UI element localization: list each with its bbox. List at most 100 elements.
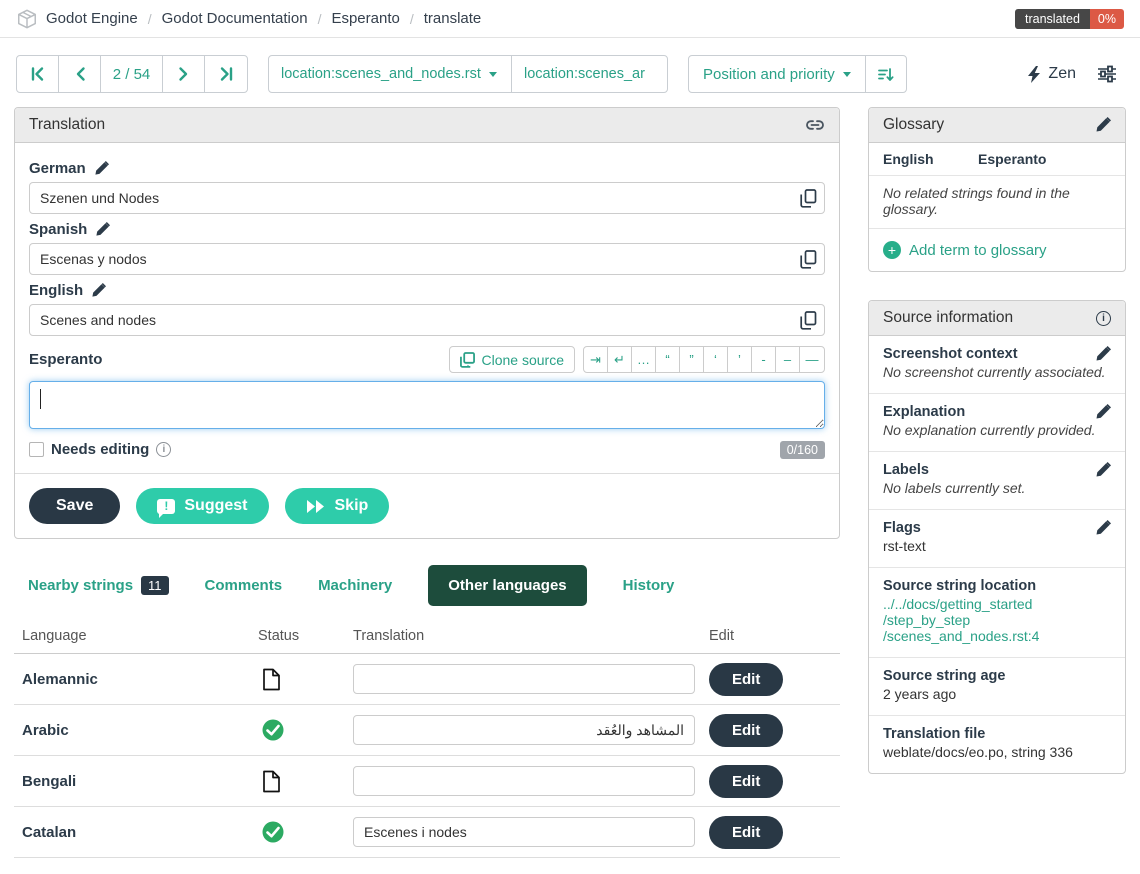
skip-button[interactable]: Skip <box>285 488 390 524</box>
edit-pencil-icon[interactable] <box>95 222 110 237</box>
settings-sliders-icon[interactable] <box>1096 64 1118 84</box>
needs-editing-checkbox[interactable] <box>29 442 44 457</box>
insert-close-quote-button[interactable]: ” <box>680 347 704 372</box>
german-translation-field[interactable] <box>29 182 825 214</box>
edit-pencil-icon[interactable] <box>1095 346 1111 362</box>
clone-icon <box>460 352 475 368</box>
breadcrumb-component[interactable]: Godot Documentation <box>162 10 308 27</box>
next-string-button[interactable] <box>163 56 205 92</box>
suggest-button[interactable]: ! Suggest <box>136 488 268 524</box>
status-translated-icon <box>258 821 353 843</box>
source-string-age-section: Source string age 2 years ago <box>869 658 1125 716</box>
breadcrumb-language[interactable]: Esperanto <box>331 10 399 27</box>
translation-actions: Save ! Suggest Skip <box>15 473 839 538</box>
string-position-indicator: 2 / 54 <box>101 56 163 92</box>
permalink-icon[interactable] <box>805 119 825 131</box>
esperanto-translation-textarea[interactable] <box>29 381 825 429</box>
insert-newline-button[interactable]: ↵ <box>608 347 632 372</box>
insert-close-single-quote-button[interactable]: ’ <box>728 347 752 372</box>
spanish-translation-field[interactable] <box>29 243 825 275</box>
edit-pencil-icon[interactable] <box>94 161 109 176</box>
insert-ellipsis-button[interactable]: … <box>632 347 656 372</box>
suggestion-bubble-icon: ! <box>157 499 175 514</box>
row-translation-field[interactable] <box>353 664 695 694</box>
breadcrumb-page: translate <box>424 10 482 27</box>
last-string-button[interactable] <box>205 56 247 92</box>
zen-mode-button[interactable]: Zen <box>1028 65 1076 83</box>
add-term-to-glossary-button[interactable]: + Add term to glossary <box>869 229 1125 271</box>
text-cursor <box>40 389 41 409</box>
edit-button[interactable]: Edit <box>709 816 783 849</box>
insert-em-dash-button[interactable]: — <box>800 347 824 372</box>
edit-button[interactable]: Edit <box>709 765 783 798</box>
row-language: Catalan <box>22 824 258 841</box>
tab-other-languages[interactable]: Other languages <box>428 565 586 606</box>
copy-to-clipboard-icon[interactable] <box>796 186 820 210</box>
special-characters-toolbar: ⇥ ↵ … “ ” ‘ ’ - – — <box>583 346 825 373</box>
character-counter: 0/160 <box>780 441 825 459</box>
info-icon[interactable]: i <box>1096 311 1111 326</box>
translation-panel-title: Translation <box>29 116 105 134</box>
copy-to-clipboard-icon[interactable] <box>796 247 820 271</box>
sort-direction-button[interactable] <box>866 56 906 92</box>
table-row: Catalan Edit <box>14 807 840 858</box>
order-by-dropdown[interactable]: Position and priority <box>689 56 866 92</box>
caret-down-icon <box>843 72 851 77</box>
zen-label: Zen <box>1048 65 1076 83</box>
plus-icon: + <box>883 241 901 259</box>
edit-glossary-pencil-icon[interactable] <box>1095 117 1111 133</box>
row-translation-field[interactable] <box>353 766 695 796</box>
translation-panel: Translation German <box>14 107 840 539</box>
source-string-location-section: Source string location ../../docs/gettin… <box>869 568 1125 658</box>
search-query-input[interactable]: location:scenes_ar <box>512 56 667 92</box>
skip-forward-icon <box>306 500 326 513</box>
glossary-title: Glossary <box>883 116 944 134</box>
insert-en-dash-button[interactable]: – <box>776 347 800 372</box>
table-row: Alemannic Edit <box>14 654 840 705</box>
info-icon[interactable]: i <box>156 442 171 457</box>
pagination-group: 2 / 54 <box>16 55 248 93</box>
nearby-strings-count-badge: 11 <box>141 576 169 595</box>
previous-string-button[interactable] <box>59 56 101 92</box>
edit-pencil-icon[interactable] <box>1095 404 1111 420</box>
search-filter-value: location:scenes_and_nodes.rst <box>281 66 481 82</box>
edit-pencil-icon[interactable] <box>91 283 106 298</box>
clone-source-button[interactable]: Clone source <box>449 346 576 373</box>
glossary-empty-message: No related strings found in the glossary… <box>869 176 1125 229</box>
row-translation-field[interactable] <box>353 715 695 745</box>
first-string-button[interactable] <box>17 56 59 92</box>
insert-open-quote-button[interactable]: “ <box>656 347 680 372</box>
flags-section: Flags rst-text <box>869 510 1125 568</box>
tab-history[interactable]: History <box>623 577 675 594</box>
column-header-status: Status <box>258 628 353 644</box>
tab-machinery[interactable]: Machinery <box>318 577 392 594</box>
status-translated-icon <box>258 719 353 741</box>
edit-pencil-icon[interactable] <box>1095 462 1111 478</box>
column-header-language: Language <box>22 628 258 644</box>
glossary-panel: Glossary English Esperanto No related st… <box>868 107 1126 272</box>
english-source-field[interactable] <box>29 304 825 336</box>
insert-open-single-quote-button[interactable]: ‘ <box>704 347 728 372</box>
edit-pencil-icon[interactable] <box>1095 520 1111 536</box>
source-location-link[interactable]: ../../docs/getting_started /step_by_step… <box>883 596 1111 644</box>
column-header-edit: Edit <box>709 628 840 644</box>
status-empty-icon <box>258 668 353 691</box>
edit-button[interactable]: Edit <box>709 663 783 696</box>
copy-to-clipboard-icon[interactable] <box>796 308 820 332</box>
source-information-panel: Source information i Screenshot context … <box>868 300 1126 774</box>
source-language-label: English <box>29 282 83 299</box>
search-filter-dropdown[interactable]: location:scenes_and_nodes.rst <box>269 56 512 92</box>
status-empty-icon <box>258 770 353 793</box>
order-by-value: Position and priority <box>703 66 835 83</box>
tab-nearby-strings[interactable]: Nearby strings 11 <box>28 576 169 595</box>
breadcrumb-project[interactable]: Godot Engine <box>46 10 138 27</box>
source-language-label: German <box>29 160 86 177</box>
row-language: Bengali <box>22 773 258 790</box>
tab-comments[interactable]: Comments <box>205 577 283 594</box>
detail-tabs: Nearby strings 11 Comments Machinery Oth… <box>28 565 840 606</box>
insert-hyphen-button[interactable]: - <box>752 347 776 372</box>
insert-tab-button[interactable]: ⇥ <box>584 347 608 372</box>
row-translation-field[interactable] <box>353 817 695 847</box>
save-button[interactable]: Save <box>29 488 120 524</box>
edit-button[interactable]: Edit <box>709 714 783 747</box>
